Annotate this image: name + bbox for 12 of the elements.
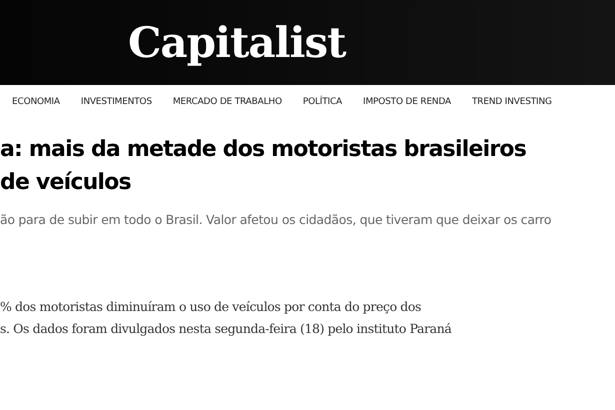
article-subtitle: ão para de subir em todo o Brasil. Valor afetou os cidadãos, que tiveram que deixar os carro bbox=[0, 211, 552, 229]
nav-link[interactable]: IMPOSTO DE RENDA bbox=[363, 96, 451, 119]
body-text: s. Os dados foram divulgados nesta segunda-feira (18) pelo instituto Paraná bbox=[0, 320, 452, 338]
nav-link[interactable]: ECONOMIA bbox=[12, 96, 60, 119]
site-logo[interactable]: Capitalist bbox=[128, 22, 346, 64]
headline: a: mais da metade dos motoristas brasileiros bbox=[0, 136, 527, 164]
headline: de veículos bbox=[0, 169, 132, 197]
nav-link[interactable]: MERCADO DE TRABALHO bbox=[172, 96, 282, 119]
nav-link[interactable]: TREND INVESTING bbox=[472, 96, 552, 119]
nav-link[interactable]: POLÍTICA bbox=[302, 96, 342, 119]
nav-link[interactable]: INVESTIMENTOS bbox=[80, 96, 152, 119]
body-text: % dos motoristas diminuíram o uso de veículos por conta do preço dos bbox=[0, 298, 422, 316]
